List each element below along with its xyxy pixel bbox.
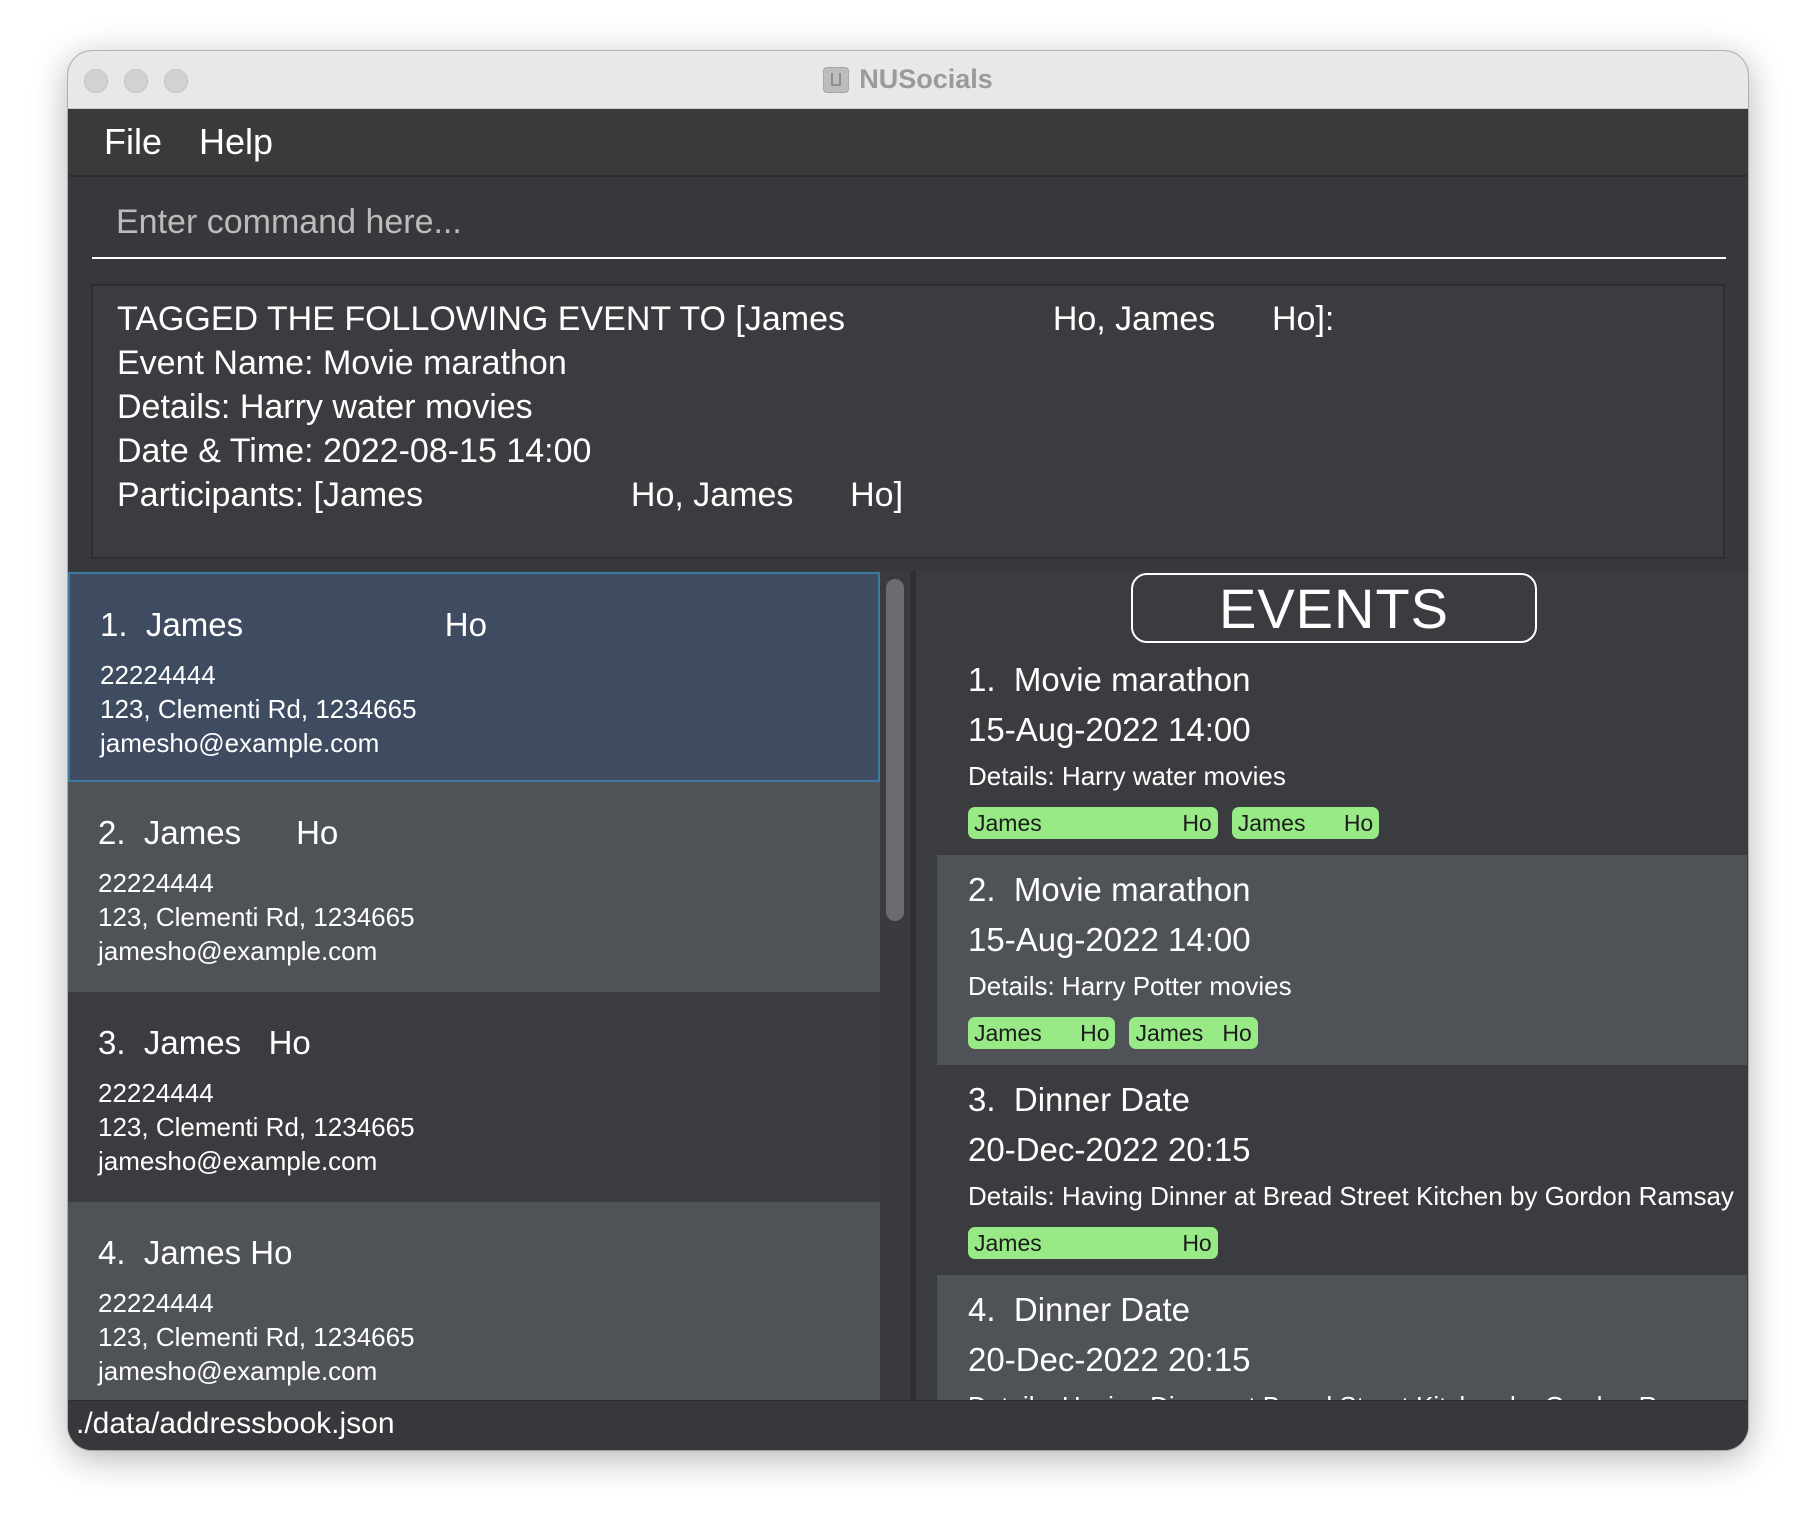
person-phone: 22224444 bbox=[98, 868, 214, 898]
person-card[interactable]: 2. James Ho 22224444 123, Clementi Rd, 1… bbox=[68, 782, 880, 992]
person-name: 1. James Ho bbox=[100, 606, 487, 643]
split-divider[interactable] bbox=[910, 571, 916, 1403]
person-address: 123, Clementi Rd, 1234665 bbox=[100, 694, 417, 724]
status-bar: ./data/addressbook.json bbox=[68, 1400, 1748, 1450]
menu-file[interactable]: File bbox=[104, 121, 162, 163]
result-line: Participants: [James Ho, James Ho] bbox=[117, 476, 904, 514]
person-phone: 22224444 bbox=[98, 1078, 214, 1108]
person-email: jamesho@example.com bbox=[98, 936, 378, 966]
person-email: jamesho@example.com bbox=[98, 1146, 378, 1176]
person-name: 2. James Ho bbox=[98, 814, 339, 851]
main-split-pane: 1. James Ho 22224444 123, Clementi Rd, 1… bbox=[68, 571, 1748, 1450]
event-name: 3. Dinner Date bbox=[968, 1081, 1190, 1118]
event-name: 2. Movie marathon bbox=[968, 871, 1251, 908]
result-text-area[interactable]: TAGGED THE FOLLOWING EVENT TO [James Ho,… bbox=[91, 284, 1725, 559]
person-list-scroll-thumb[interactable] bbox=[886, 579, 904, 921]
event-datetime: 15-Aug-2022 14:00 bbox=[968, 921, 1251, 958]
event-card[interactable]: 1. Movie marathon 15-Aug-2022 14:00 Deta… bbox=[937, 645, 1747, 855]
participant-tag: James Ho bbox=[1231, 807, 1380, 839]
person-card[interactable]: 1. James Ho 22224444 123, Clementi Rd, 1… bbox=[68, 572, 880, 782]
participant-tag: James Ho bbox=[968, 1227, 1218, 1259]
app-window: NUSocials File Help TAGGED THE FOLLOWING… bbox=[68, 51, 1748, 1450]
event-datetime: 15-Aug-2022 14:00 bbox=[968, 711, 1251, 748]
save-location: ./data/addressbook.json bbox=[76, 1407, 395, 1440]
person-card[interactable]: 3. James Ho 22224444 123, Clementi Rd, 1… bbox=[68, 992, 880, 1202]
person-card[interactable]: 4. James Ho 22224444 123, Clementi Rd, 1… bbox=[68, 1202, 880, 1403]
person-name: 4. James Ho bbox=[98, 1234, 293, 1271]
person-address: 123, Clementi Rd, 1234665 bbox=[98, 1322, 415, 1352]
event-details: Details: Having Dinner at Bread Street K… bbox=[968, 1181, 1734, 1211]
event-name: 1. Movie marathon bbox=[968, 661, 1251, 698]
participant-tag: James Ho bbox=[1129, 1017, 1258, 1049]
event-datetime: 20-Dec-2022 20:15 bbox=[968, 1131, 1251, 1168]
person-address: 123, Clementi Rd, 1234665 bbox=[98, 1112, 415, 1142]
participant-tag: James Ho bbox=[968, 807, 1218, 839]
event-details: Details: Harry water movies bbox=[968, 761, 1286, 791]
menu-bar: File Help bbox=[68, 109, 1748, 177]
result-line: TAGGED THE FOLLOWING EVENT TO [James Ho,… bbox=[117, 300, 1335, 338]
command-box bbox=[68, 177, 1748, 280]
event-datetime: 20-Dec-2022 20:15 bbox=[968, 1341, 1251, 1378]
command-input[interactable] bbox=[92, 187, 1726, 259]
events-header: EVENTS bbox=[1131, 573, 1537, 643]
result-display: TAGGED THE FOLLOWING EVENT TO [James Ho,… bbox=[68, 280, 1748, 571]
participant-tag: James Ho bbox=[968, 1017, 1116, 1049]
event-card[interactable]: 2. Movie marathon 15-Aug-2022 14:00 Deta… bbox=[937, 855, 1747, 1065]
event-card[interactable]: 3. Dinner Date 20-Dec-2022 20:15 Details… bbox=[937, 1065, 1747, 1275]
events-panel: EVENTS 1. Movie marathon 15-Aug-2022 14:… bbox=[929, 571, 1747, 1403]
result-line: Event Name: Movie marathon bbox=[117, 344, 567, 382]
app-icon bbox=[823, 66, 850, 93]
window-title: NUSocials bbox=[859, 64, 993, 94]
person-email: jamesho@example.com bbox=[100, 728, 380, 758]
event-tags: James Ho James Ho bbox=[968, 807, 1380, 839]
event-tags: James Ho bbox=[968, 1227, 1218, 1259]
person-email: jamesho@example.com bbox=[98, 1356, 378, 1386]
event-name: 4. Dinner Date bbox=[968, 1291, 1190, 1328]
person-phone: 22224444 bbox=[100, 660, 216, 690]
event-tags: James Ho James Ho bbox=[968, 1017, 1258, 1049]
person-list: 1. James Ho 22224444 123, Clementi Rd, 1… bbox=[68, 571, 880, 1403]
title-bar: NUSocials bbox=[68, 51, 1748, 109]
event-details: Details: Harry Potter movies bbox=[968, 971, 1292, 1001]
person-address: 123, Clementi Rd, 1234665 bbox=[98, 902, 415, 932]
event-card[interactable]: 4. Dinner Date 20-Dec-2022 20:15 Details… bbox=[937, 1275, 1747, 1403]
result-line: Date & Time: 2022-08-15 14:00 bbox=[117, 432, 592, 470]
person-phone: 22224444 bbox=[98, 1288, 214, 1318]
menu-help[interactable]: Help bbox=[199, 121, 273, 163]
person-name: 3. James Ho bbox=[98, 1024, 311, 1061]
result-line: Details: Harry water movies bbox=[117, 388, 533, 426]
